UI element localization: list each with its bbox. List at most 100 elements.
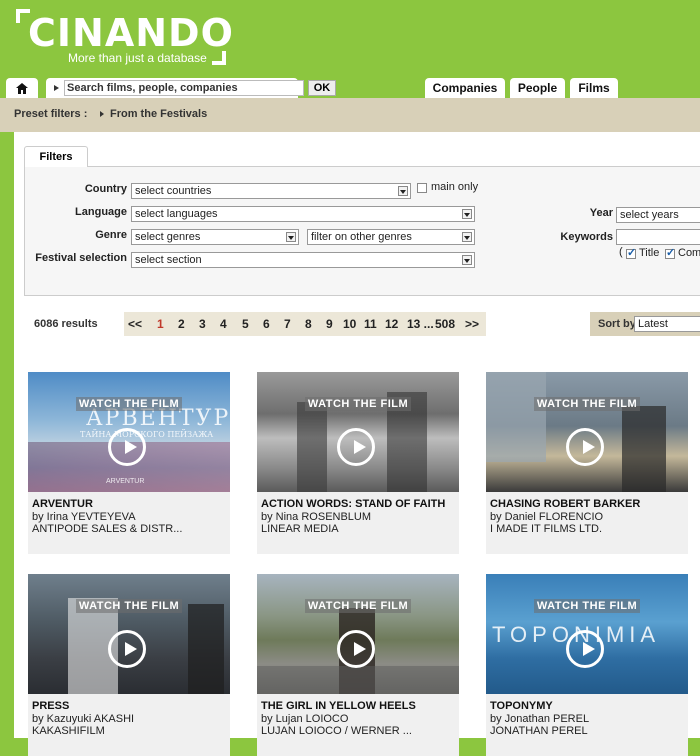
preset-from-festivals[interactable]: From the Festivals	[100, 108, 207, 120]
film-title[interactable]: THE GIRL IN YELLOW HEELS	[261, 700, 416, 712]
search-box: OK	[46, 78, 336, 98]
pager-page-3[interactable]: 3	[199, 317, 206, 331]
sort-bar: Sort by Latest	[590, 312, 700, 336]
pager-page-1[interactable]: 1	[157, 317, 164, 331]
chevron-down-icon	[462, 255, 472, 265]
chevron-down-icon	[398, 186, 408, 196]
tab-companies[interactable]: Companies	[425, 78, 505, 98]
home-icon	[16, 82, 28, 94]
play-icon[interactable]	[337, 428, 375, 466]
thumb-subtitle: ТАЙНА МОРСКОГО ПЕЙЗАЖА	[80, 430, 214, 439]
festival-selection-label: Festival selection	[35, 252, 127, 264]
film-director: by Kazuyuki AKASHI	[32, 713, 135, 725]
play-icon[interactable]	[566, 428, 604, 466]
sort-select[interactable]: Latest	[634, 316, 700, 332]
country-select[interactable]: select countries	[131, 183, 411, 199]
genre-select[interactable]: select genres	[131, 229, 299, 245]
pager-page-6[interactable]: 6	[263, 317, 270, 331]
film-title[interactable]: TOPONYMY	[490, 700, 553, 712]
cinando-logo[interactable]: CINANDO More than just a database	[16, 9, 233, 65]
pager-page-11[interactable]: 11	[364, 317, 377, 331]
tab-filters[interactable]: Filters	[24, 146, 88, 167]
keywords-paren: (	[619, 246, 623, 258]
film-company[interactable]: LUJAN LOIOCO / WERNER ...	[261, 725, 412, 737]
year-select-value: select years	[620, 209, 679, 221]
country-label: Country	[84, 183, 127, 195]
pager-page-2[interactable]: 2	[178, 317, 185, 331]
search-ok-button[interactable]: OK	[308, 80, 336, 96]
film-director: by Lujan LOIOCO	[261, 713, 349, 725]
language-select-value: select languages	[135, 208, 218, 220]
film-thumbnail[interactable]: WATCH THE FILM	[486, 372, 688, 492]
film-title[interactable]: ARVENTUR	[32, 498, 93, 510]
thumb-figure	[188, 604, 224, 694]
festival-section-select-value: select section	[135, 254, 202, 266]
sort-select-value: Latest	[638, 318, 668, 330]
pager-page-5[interactable]: 5	[242, 317, 249, 331]
tab-people[interactable]: People	[510, 78, 565, 98]
film-title[interactable]: PRESS	[32, 700, 69, 712]
pager-page-13[interactable]: 13 ...	[407, 317, 434, 331]
thumb-building	[486, 372, 546, 462]
film-director: by Nina ROSENBLUM	[261, 511, 372, 523]
film-thumbnail[interactable]: АРВЕНТУР ТАЙНА МОРСКОГО ПЕЙЗАЖА ARVENTUR…	[28, 372, 230, 492]
festival-section-select[interactable]: select section	[131, 252, 475, 268]
arrow-right-icon	[54, 85, 59, 91]
film-thumbnail[interactable]: WATCH THE FILM	[257, 574, 459, 694]
pager-page-8[interactable]: 8	[305, 317, 312, 331]
thumb-footer: ARVENTUR	[106, 478, 145, 485]
com-checkbox[interactable]	[665, 246, 675, 259]
language-label: Language	[75, 206, 127, 218]
home-tab[interactable]	[6, 78, 38, 98]
genre-label: Genre	[95, 229, 127, 241]
language-select[interactable]: select languages	[131, 206, 475, 222]
tab-films[interactable]: Films	[570, 78, 618, 98]
pager-first[interactable]: <<	[128, 317, 142, 331]
film-thumbnail[interactable]: TOPONIMIA WATCH THE FILM	[486, 574, 688, 694]
watch-the-film-label: WATCH THE FILM	[486, 599, 688, 613]
film-title[interactable]: ACTION WORDS: STAND OF FAITH	[261, 498, 445, 510]
main-only-checkbox[interactable]	[417, 183, 427, 193]
film-card[interactable]: АРВЕНТУР ТАЙНА МОРСКОГО ПЕЙЗАЖА ARVENTUR…	[28, 372, 230, 554]
search-input[interactable]	[64, 80, 304, 96]
genre-select-value: select genres	[135, 231, 201, 243]
film-card[interactable]: WATCH THE FILM PRESS by Kazuyuki AKASHI …	[28, 574, 230, 756]
play-icon[interactable]	[108, 630, 146, 668]
play-icon[interactable]	[337, 630, 375, 668]
film-card[interactable]: WATCH THE FILM THE GIRL IN YELLOW HEELS …	[257, 574, 459, 756]
film-company[interactable]: I MADE IT FILMS LTD.	[490, 523, 602, 535]
film-company[interactable]: LINEAR MEDIA	[261, 523, 339, 535]
pager-page-12[interactable]: 12	[385, 317, 398, 331]
film-card[interactable]: WATCH THE FILM CHASING ROBERT BARKER by …	[486, 372, 688, 554]
pager-next[interactable]: >>	[465, 317, 479, 331]
film-company[interactable]: JONATHAN PEREL	[490, 725, 588, 737]
other-genres-select[interactable]: filter on other genres	[307, 229, 475, 245]
pager-page-9[interactable]: 9	[326, 317, 333, 331]
pager-page-4[interactable]: 4	[220, 317, 227, 331]
play-icon[interactable]	[566, 630, 604, 668]
film-card[interactable]: TOPONIMIA WATCH THE FILM TOPONYMY by Jon…	[486, 574, 688, 756]
watch-the-film-label: WATCH THE FILM	[486, 397, 688, 411]
pager-page-10[interactable]: 10	[343, 317, 356, 331]
film-card[interactable]: WATCH THE FILM ACTION WORDS: STAND OF FA…	[257, 372, 459, 554]
chevron-down-icon	[462, 209, 472, 219]
title-checkbox[interactable]	[626, 246, 636, 259]
preset-filters-bar: Preset filters : From the Festivals	[0, 98, 700, 132]
film-thumbnail[interactable]: WATCH THE FILM	[257, 372, 459, 492]
film-company[interactable]: ANTIPODE SALES & DISTR...	[32, 523, 182, 535]
watch-the-film-label: WATCH THE FILM	[28, 397, 230, 411]
film-title[interactable]: CHASING ROBERT BARKER	[490, 498, 640, 510]
logo-tagline: More than just a database	[68, 51, 207, 65]
keywords-input[interactable]	[616, 229, 700, 245]
year-select[interactable]: select years	[616, 207, 700, 223]
pager-page-last[interactable]: 508	[435, 317, 455, 331]
pager-page-7[interactable]: 7	[284, 317, 291, 331]
film-thumbnail[interactable]: WATCH THE FILM	[28, 574, 230, 694]
com-checkbox-label: Com	[678, 247, 700, 259]
watch-the-film-label: WATCH THE FILM	[257, 599, 459, 613]
keywords-label: Keywords	[560, 231, 613, 243]
play-icon[interactable]	[108, 428, 146, 466]
thumb-figure	[297, 402, 327, 492]
main-content: Filters Country select countries main on…	[14, 132, 700, 756]
film-company[interactable]: KAKASHIFILM	[32, 725, 105, 737]
